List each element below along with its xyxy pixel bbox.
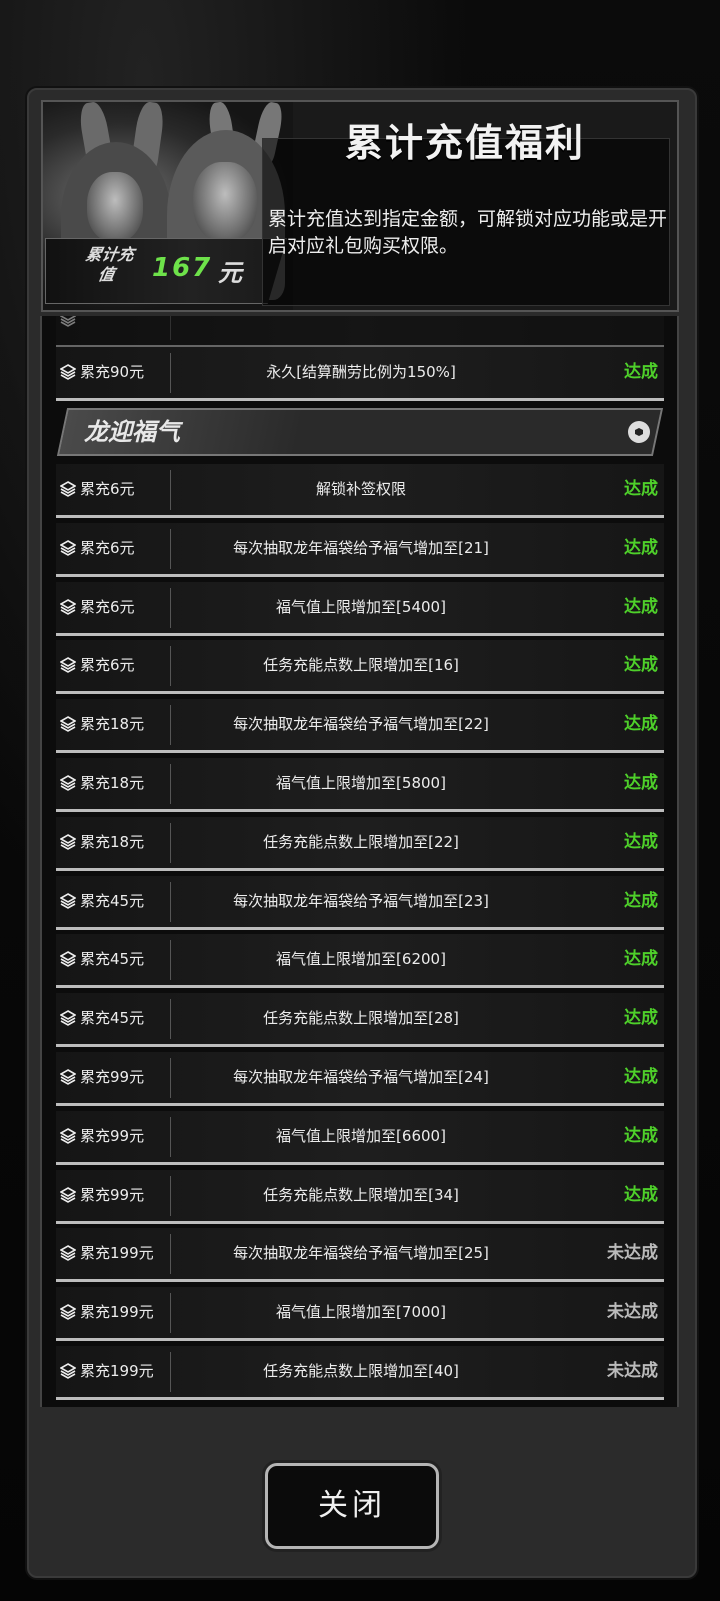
reward-effect: 解锁补签权限 (315, 480, 406, 498)
list-item: 累充199元 任务充能点数上限增加至[40] 未达成 (56, 1346, 664, 1400)
row-divider (170, 353, 171, 393)
row-divider (170, 587, 171, 628)
reward-effect: 每次抽取龙年福袋给予福气增加至[23] (233, 891, 489, 910)
recharge-amount: 累充199元 (80, 1303, 154, 1322)
row-divider (170, 316, 171, 340)
list-item: 累充99元 每次抽取龙年福袋给予福气增加至[24] 达成 (56, 1052, 664, 1106)
status-badge: 达成 (624, 537, 658, 558)
page-title: 累计充值福利 (344, 121, 585, 165)
list-item: 累充6元 每次抽取龙年福袋给予福气增加至[21] 达成 (56, 522, 664, 577)
recharge-amount: 累充199元 (80, 1244, 154, 1263)
row-divider (170, 881, 171, 922)
status-badge: 达成 (624, 479, 658, 499)
list-item: 累充18元 任务充能点数上限增加至[22] 达成 (56, 816, 664, 871)
status-badge: 达成 (624, 362, 658, 382)
row-divider (170, 1175, 171, 1216)
row-divider (170, 1234, 171, 1275)
recharge-amount: 累充45元 (80, 1009, 145, 1028)
list-item: 累充18元 每次抽取龙年福袋给予福气增加至[22] 达成 (56, 699, 664, 754)
recharge-amount: 累充99元 (80, 1126, 145, 1145)
recharge-amount: 累充6元 (80, 480, 135, 498)
status-badge: 达成 (624, 831, 658, 852)
reward-effect: 每次抽取龙年福袋给予福气增加至[22] (233, 715, 489, 734)
total-recharge-label: 累计充值 (84, 245, 136, 284)
list-item: 累充99元 任务充能点数上限增加至[34] 达成 (56, 1169, 664, 1224)
reward-effect: 永久[结算酬劳比例为150%] (266, 363, 456, 381)
status-badge: 达成 (624, 1067, 658, 1087)
reward-effect: 任务充能点数上限增加至[16] (263, 656, 459, 675)
status-badge: 达成 (624, 1184, 658, 1205)
list-item: 累充199元 福气值上限增加至[7000] 未达成 (56, 1287, 664, 1342)
recharge-amount: 累充6元 (80, 538, 135, 557)
row-divider (170, 940, 171, 981)
close-button[interactable]: 关闭 (265, 1463, 439, 1549)
stack-icon (60, 316, 76, 327)
reward-effect: 福气值上限增加至[5400] (276, 597, 446, 616)
row-divider (170, 1352, 171, 1392)
list-item: 累充45元 每次抽取龙年福袋给予福气增加至[23] 达成 (56, 875, 664, 930)
row-divider (170, 1116, 171, 1157)
row-divider (170, 1293, 171, 1334)
recharge-amount: 累充6元 (80, 597, 135, 616)
reward-effect: 福气值上限增加至[7000] (276, 1303, 446, 1322)
list-item: 累充90元 永久[结算酬劳比例为150%] 达成 (56, 347, 664, 401)
row-divider (170, 822, 171, 863)
list-item: 累充6元 解锁补签权限 达成 (56, 464, 664, 518)
status-badge: 达成 (624, 773, 658, 793)
reward-effect: 任务充能点数上限增加至[34] (263, 1185, 459, 1204)
recharge-amount: 累充45元 (80, 891, 145, 910)
close-button-label: 关闭 (318, 1488, 386, 1523)
list-item: 累充99元 福气值上限增加至[6600] 达成 (56, 1110, 664, 1165)
recharge-amount: 累充90元 (80, 363, 145, 381)
list-item: 累充199元 每次抽取龙年福袋给予福气增加至[25] 未达成 (56, 1228, 664, 1283)
status-badge: 达成 (624, 1125, 658, 1146)
status-badge: 达成 (624, 890, 658, 911)
recharge-amount: 累充99元 (80, 1068, 145, 1086)
reward-effect: 每次抽取龙年福袋给予福气增加至[24] (233, 1068, 489, 1086)
recharge-amount: 累充199元 (80, 1362, 154, 1380)
row-divider (170, 1058, 171, 1098)
list-item: 累充45元 福气值上限增加至[6200] 达成 (56, 934, 664, 989)
list-item: 累充6元 福气值上限增加至[5400] 达成 (56, 581, 664, 636)
description-text: 累计充值达到指定金额，可解锁对应功能或是开启对应礼包购买权限。 (268, 208, 668, 257)
row-divider (170, 705, 171, 746)
recharge-amount: 累充18元 (80, 774, 145, 792)
status-badge: 达成 (624, 596, 658, 617)
total-recharge-unit: 元 (218, 259, 242, 287)
reward-effect: 福气值上限增加至[6600] (276, 1126, 446, 1145)
status-badge: 达成 (624, 1008, 658, 1029)
status-badge: 达成 (624, 655, 658, 676)
status-badge: 未达成 (607, 1361, 658, 1381)
row-divider (170, 999, 171, 1040)
reward-effect: 任务充能点数上限增加至[40] (263, 1362, 459, 1380)
recharge-amount: 累充18元 (80, 832, 145, 851)
total-recharge-box: 累计充值 167 元 (45, 238, 287, 304)
row-divider (170, 470, 171, 510)
status-badge: 达成 (624, 949, 658, 970)
list-item: 累充18元 福气值上限增加至[5800] 达成 (56, 758, 664, 812)
row-divider (170, 764, 171, 804)
list-item-partial (56, 316, 664, 348)
row-divider (170, 646, 171, 687)
section-title: 龙迎福气 (84, 418, 180, 446)
reward-effect: 任务充能点数上限增加至[22] (263, 832, 459, 851)
list-item: 累充45元 任务充能点数上限增加至[28] 达成 (56, 993, 664, 1048)
list-item: 累充6元 任务充能点数上限增加至[16] 达成 (56, 640, 664, 695)
status-badge: 达成 (624, 714, 658, 735)
recharge-amount: 累充18元 (80, 715, 145, 734)
reward-list[interactable]: 累充90元 永久[结算酬劳比例为150%] 达成 龙迎福气 累充6元 解锁补签权限… (40, 316, 679, 1407)
recharge-amount: 累充99元 (80, 1185, 145, 1204)
status-badge: 未达成 (607, 1243, 658, 1264)
reward-effect: 每次抽取龙年福袋给予福气增加至[21] (233, 538, 489, 557)
recharge-amount: 累充6元 (80, 656, 135, 675)
status-badge: 未达成 (607, 1302, 658, 1323)
reward-effect: 每次抽取龙年福袋给予福气增加至[25] (233, 1244, 489, 1263)
recharge-amount: 累充45元 (80, 950, 145, 969)
reward-effect: 福气值上限增加至[5800] (276, 774, 446, 792)
total-recharge-amount: 167 (152, 253, 213, 283)
reward-effect: 任务充能点数上限增加至[28] (263, 1009, 459, 1028)
reward-effect: 福气值上限增加至[6200] (276, 950, 446, 969)
row-divider (170, 528, 171, 569)
